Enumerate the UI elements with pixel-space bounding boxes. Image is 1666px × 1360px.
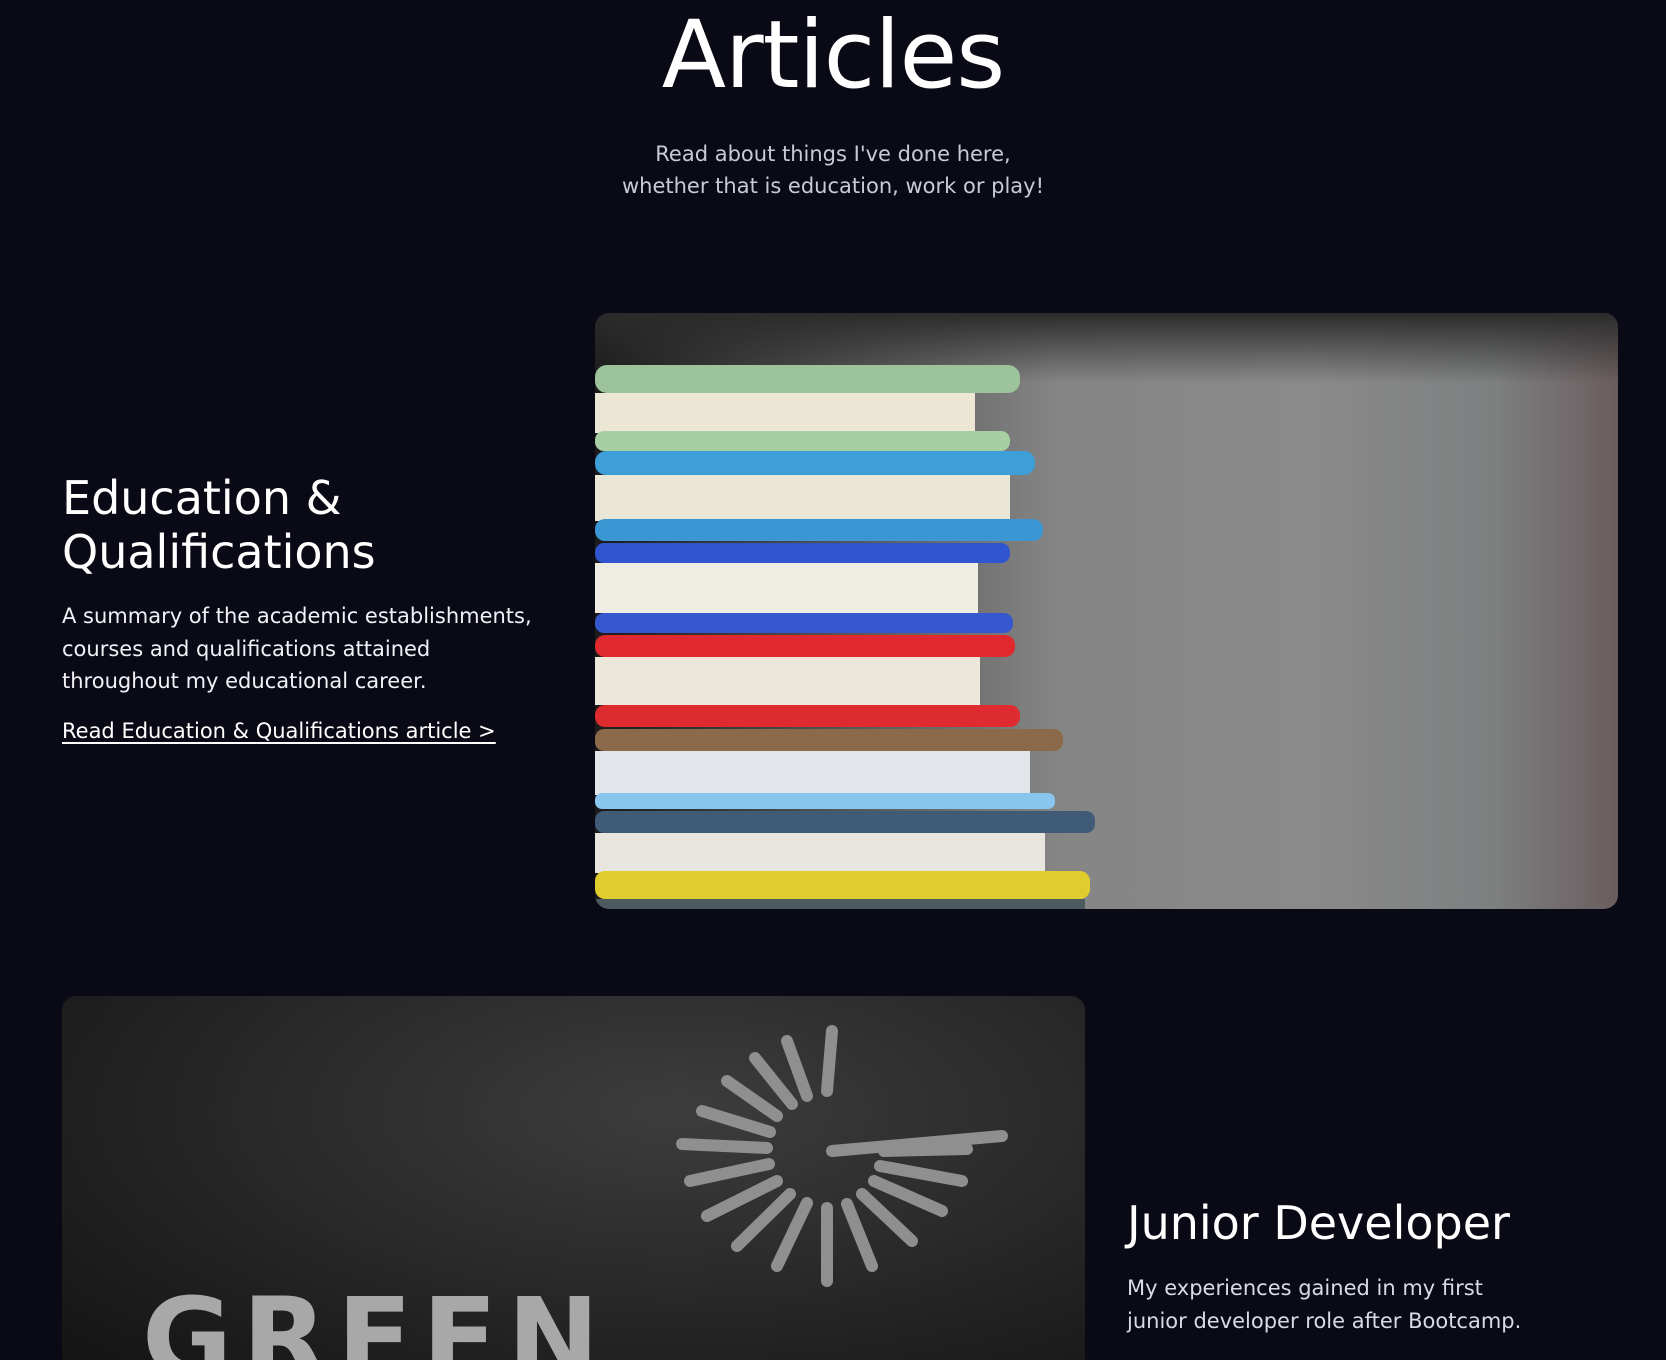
junior-developer-article-description: My experiences gained in my first junior… <box>1127 1276 1522 1333</box>
stacked-books-illustration <box>595 365 1095 909</box>
page-subtitle-line-2: whether that is education, work or play! <box>621 174 1045 198</box>
education-article-link[interactable]: Read Education & Qualifications article … <box>62 719 496 743</box>
page-subtitle: Read about things I've done here, whethe… <box>0 138 1666 202</box>
page-title: Articles <box>661 1 1006 110</box>
education-article-title-line-2: Qualifications <box>62 525 376 579</box>
junior-developer-article-title: Junior Developer <box>1127 1196 1510 1250</box>
education-article-description: A summary of the academic establishments… <box>62 604 532 693</box>
education-article-image <box>595 313 1618 909</box>
education-article-title: Education & Qualifications <box>62 471 562 579</box>
junior-developer-article-image: GREEN <box>62 996 1085 1360</box>
page-subtitle-line-1: Read about things I've done here, <box>655 142 1011 166</box>
education-article-title-line-1: Education & <box>62 471 342 525</box>
articles-page: Articles Read about things I've done her… <box>0 0 1666 1360</box>
green-logo-illustration: GREEN <box>142 1025 1008 1360</box>
green-logo-text: GREEN <box>142 1274 609 1360</box>
